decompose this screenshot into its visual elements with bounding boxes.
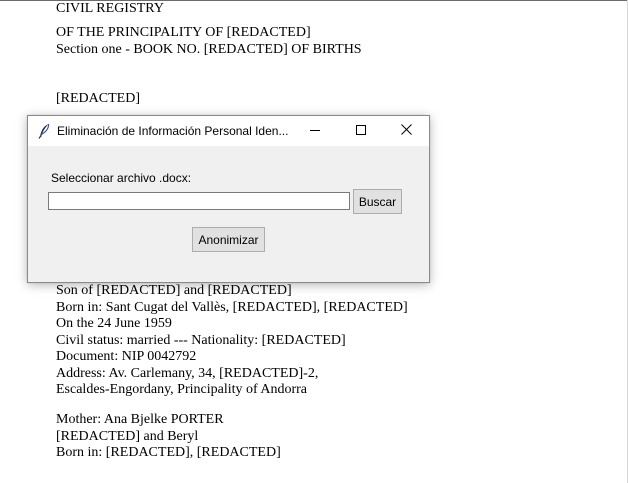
dialog-title: Eliminación de Información Personal Iden… <box>57 124 289 138</box>
doc-line: OF THE PRINCIPALITY OF [REDACTED] <box>56 25 311 40</box>
dialog-body: Seleccionar archivo .docx: Buscar Anonim… <box>28 146 429 282</box>
doc-line: Section one - BOOK NO. [REDACTED] OF BIR… <box>56 42 362 57</box>
doc-line: [REDACTED] <box>56 91 140 106</box>
close-icon <box>400 122 412 140</box>
doc-line: Escaldes-Engordany, Principality of Ando… <box>56 382 308 397</box>
doc-line: On the 24 June 1959 <box>56 316 172 331</box>
doc-line: Born in: Sant Cugat del Vallès, [REDACTE… <box>56 300 408 315</box>
doc-line: Born in: [REDACTED], [REDACTED] <box>56 445 281 460</box>
minimize-icon <box>310 122 320 140</box>
close-button[interactable] <box>383 116 429 146</box>
file-path-input[interactable] <box>48 192 350 210</box>
doc-line: [REDACTED] and Beryl <box>56 429 199 444</box>
doc-line: Mother: Ana Bjelke PORTER <box>56 412 224 427</box>
doc-line: Son of [REDACTED] and [REDACTED] <box>56 283 292 298</box>
browse-button[interactable]: Buscar <box>353 189 402 214</box>
minimize-button[interactable] <box>292 116 338 146</box>
doc-line: Document: NIP 0042792 <box>56 349 197 364</box>
dialog-titlebar[interactable]: Eliminación de Información Personal Iden… <box>28 116 429 146</box>
doc-line: Address: Av. Carlemany, 34, [REDACTED]-2… <box>56 366 319 381</box>
maximize-icon <box>356 122 366 140</box>
maximize-button[interactable] <box>338 116 384 146</box>
doc-heading: CIVIL REGISTRY <box>56 1 164 16</box>
file-select-label: Seleccionar archivo .docx: <box>51 171 192 185</box>
feather-icon <box>37 123 51 139</box>
anonymizer-dialog: Eliminación de Información Personal Iden… <box>27 115 430 283</box>
doc-line: Civil status: married --- Nationality: [… <box>56 333 346 348</box>
anonymize-button[interactable]: Anonimizar <box>192 227 265 252</box>
